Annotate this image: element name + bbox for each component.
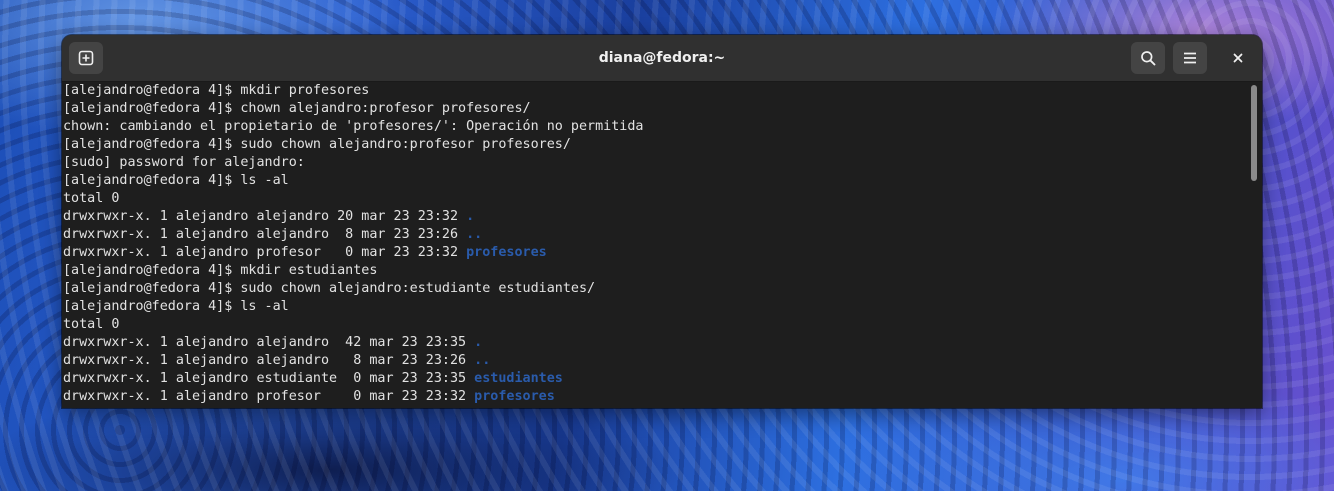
terminal-line-text: [alejandro@fedora 4]$ mkdir profesores [63,83,370,98]
close-icon [1233,53,1243,63]
terminal-line-text: drwxrwxr-x. 1 alejandro alejandro 8 mar … [63,227,467,242]
terminal-line-text: drwxrwxr-x. 1 alejandro alejandro 42 mar… [63,335,475,350]
terminal-line-text: drwxrwxr-x. 1 alejandro alejandro 8 mar … [63,353,475,368]
terminal-line: drwxrwxr-x. 1 alejandro alejandro 42 mar… [62,334,1246,352]
terminal-line: chown: cambiando el propietario de 'prof… [62,118,1246,136]
directory-name: . [474,335,483,350]
terminal-line: [alejandro@fedora 4]$ ls -al [62,298,1246,316]
terminal-line: drwxrwxr-x. 1 alejandro profesor 0 mar 2… [62,244,1246,262]
directory-name: profesores [466,245,547,260]
terminal-line-text: [alejandro@fedora 4]$ sudo chown alejand… [63,137,571,152]
close-button[interactable] [1221,42,1255,74]
terminal-line: drwxrwxr-x. 1 alejandro profesor 0 mar 2… [62,388,1246,406]
terminal-line: [alejandro@fedora 4]$ mkdir profesores [62,82,1246,100]
terminal-line: [sudo] password for alejandro: [62,154,1246,172]
new-tab-button[interactable] [69,42,103,74]
terminal-line: drwxrwxr-x. 1 alejandro alejandro 20 mar… [62,208,1246,226]
terminal-line-text: total 0 [63,191,120,206]
terminal-window: diana@fedora:~ [alejandro@fedora 4]$ mkd… [62,35,1262,408]
terminal-line: [alejandro@fedora 4]$ sudo chown alejand… [62,280,1246,298]
directory-name: . [466,209,475,224]
terminal-line-text: [alejandro@fedora 4]$ ls -al [63,173,289,188]
hamburger-menu-icon [1184,52,1196,64]
directory-name: profesores [474,389,555,404]
terminal-line: drwxrwxr-x. 1 alejandro alejandro 8 mar … [62,352,1246,370]
terminal-line: [alejandro@fedora 4]$ mkdir estudiantes [62,262,1246,280]
terminal-line-text: chown: cambiando el propietario de 'prof… [63,119,644,134]
header-bar: diana@fedora:~ [62,35,1262,82]
search-button[interactable] [1131,42,1165,74]
terminal-line-text: [alejandro@fedora 4]$ chown alejandro:pr… [63,101,531,116]
terminal-line: [alejandro@fedora 4]$ sudo chown alejand… [62,136,1246,154]
search-icon [1141,51,1156,66]
terminal-line-text: drwxrwxr-x. 1 alejandro estudiante 0 mar… [63,371,475,386]
window-title: diana@fedora:~ [598,50,726,66]
directory-name: estudiantes [474,371,563,386]
terminal-output[interactable]: [alejandro@fedora 4]$ mkdir profesores [a… [62,82,1246,408]
main-menu-button[interactable] [1173,42,1207,74]
terminal-line-text: drwxrwxr-x. 1 alejandro profesor 0 mar 2… [63,389,475,404]
terminal-line-text: [alejandro@fedora 4]$ mkdir estudiantes [63,263,378,278]
terminal-line: drwxrwxr-x. 1 alejandro estudiante 0 mar… [62,370,1246,388]
scrollbar-thumb[interactable] [1251,85,1257,181]
terminal-line: [alejandro@fedora 4]$ ls -al [62,172,1246,190]
terminal-line: total 0 [62,316,1246,334]
scrollbar[interactable] [1246,82,1262,408]
new-tab-icon [78,50,94,66]
terminal-line-text: [sudo] password for alejandro: [63,155,305,170]
terminal-line: total 0 [62,190,1246,208]
terminal-line-text: drwxrwxr-x. 1 alejandro profesor 0 mar 2… [63,245,467,260]
directory-name: .. [466,227,483,242]
terminal-line-text: total 0 [63,317,120,332]
terminal-line: [alejandro@fedora 4]$ chown alejandro:pr… [62,100,1246,118]
terminal-line-text: [alejandro@fedora 4]$ ls -al [63,299,289,314]
terminal-line-text: [alejandro@fedora 4]$ sudo chown alejand… [63,281,596,296]
terminal-line: drwxrwxr-x. 1 alejandro alejandro 8 mar … [62,226,1246,244]
terminal-line-text: drwxrwxr-x. 1 alejandro alejandro 20 mar… [63,209,467,224]
directory-name: .. [474,353,491,368]
